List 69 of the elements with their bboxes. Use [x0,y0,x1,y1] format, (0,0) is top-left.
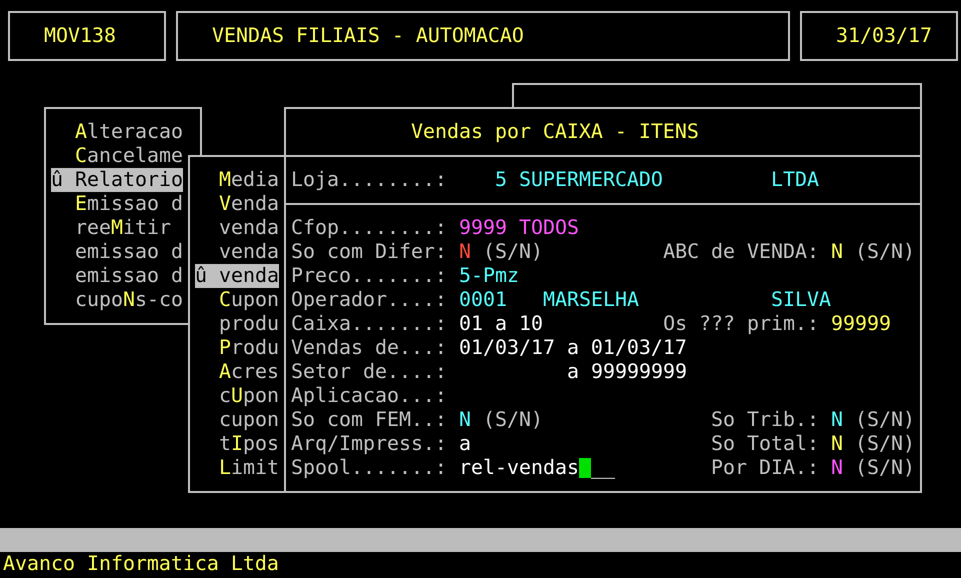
field-value[interactable]: (S/N) [483,408,543,432]
menu-item[interactable]: cupon [219,408,279,432]
field-value[interactable]: 01 a 10 [459,312,543,336]
menu-item[interactable]: Cancelame [75,144,183,168]
field-label: Loja........: [291,168,447,192]
field-label: Arq/Impress.: [291,432,447,456]
menu-item[interactable]: reeMitir [75,216,171,240]
field-value[interactable]: N [831,240,843,264]
field-label: Aplicacao...: [291,384,447,408]
field-label: So Trib.: [711,408,819,432]
field-value[interactable]: (S/N) [855,456,915,480]
menu-item[interactable]: Venda [219,192,279,216]
field-value[interactable]: N [459,408,471,432]
screen-title: VENDAS FILIAIS - AUTOMACAO [176,11,790,61]
status-text: Avanco Informatica Ltda [3,552,279,576]
field-value[interactable]: N [459,240,471,264]
field-value[interactable]: N [831,456,843,480]
menu-item[interactable]: Alteracao [75,120,183,144]
menu-item[interactable]: emissao d [75,264,183,288]
field-label: ABC de VENDA: [663,240,819,264]
field-label: Por DIA.: [711,456,819,480]
menu-item[interactable]: Media [219,168,279,192]
menu-item[interactable]: Emissao d [75,192,183,216]
field-value[interactable]: N [831,408,843,432]
field-value[interactable]: 9999 TODOS [459,216,579,240]
menu-item[interactable]: venda [219,216,279,240]
field-value[interactable]: 0001 [459,288,507,312]
menu-item[interactable]: û venda [195,264,279,288]
menu-item[interactable]: venda [219,240,279,264]
menu-item[interactable]: emissao d [75,240,183,264]
field-value[interactable]: SILVA [771,288,831,312]
field-value[interactable]: (S/N) [855,240,915,264]
dialog-title: Vendas por CAIXA - ITENS [411,120,699,144]
field-label: Caixa.......: [291,312,447,336]
field-value: LTDA [771,168,819,192]
field-label: Preco.......: [291,264,447,288]
field-label: Operador....: [291,288,447,312]
field-value[interactable]: MARSELHA [543,288,639,312]
menu-item[interactable]: produ [219,312,279,336]
program-code: MOV138 [8,11,166,61]
field-value: 5 SUPERMERCADO [495,168,663,192]
menu-item[interactable]: Acres [219,360,279,384]
field-value[interactable]: a [459,432,471,456]
field-label: Vendas de...: [291,336,447,360]
field-value[interactable]: (S/N) [855,408,915,432]
field-value[interactable]: a 99999999 [567,360,687,384]
field-label: Os ??? prim.: [663,312,819,336]
field-label: Setor de....: [291,360,447,384]
field-label: So Total: [711,432,819,456]
field-value[interactable]: N [831,432,843,456]
menu-item[interactable]: û Relatorio [51,168,183,192]
field-label: So com Difer: [291,240,447,264]
field-value[interactable]: rel-vendas [459,456,579,480]
field-label: Cfop........: [291,216,447,240]
menu-item[interactable]: cUpon [219,384,279,408]
menu-item[interactable]: t Ipos [219,432,279,456]
menu-item[interactable]: Limit [219,456,279,480]
field-label: Spool.......: [291,456,447,480]
field-label: So com FEM..: [291,408,447,432]
menu-item[interactable]: Cupon [219,288,279,312]
field-value[interactable]: __ [591,456,615,480]
date: 31/03/17 [800,11,958,61]
menu-item[interactable]: cupoNs-co [75,288,183,312]
field-value[interactable]: 5-Pmz [459,264,519,288]
field-value[interactable]: 99999 [831,312,891,336]
field-value[interactable]: (S/N) [483,240,543,264]
field-value[interactable]: (S/N) [855,432,915,456]
field-value[interactable]: 01/03/17 a 01/03/17 [459,336,687,360]
menu-item[interactable]: P rodu [219,336,279,360]
